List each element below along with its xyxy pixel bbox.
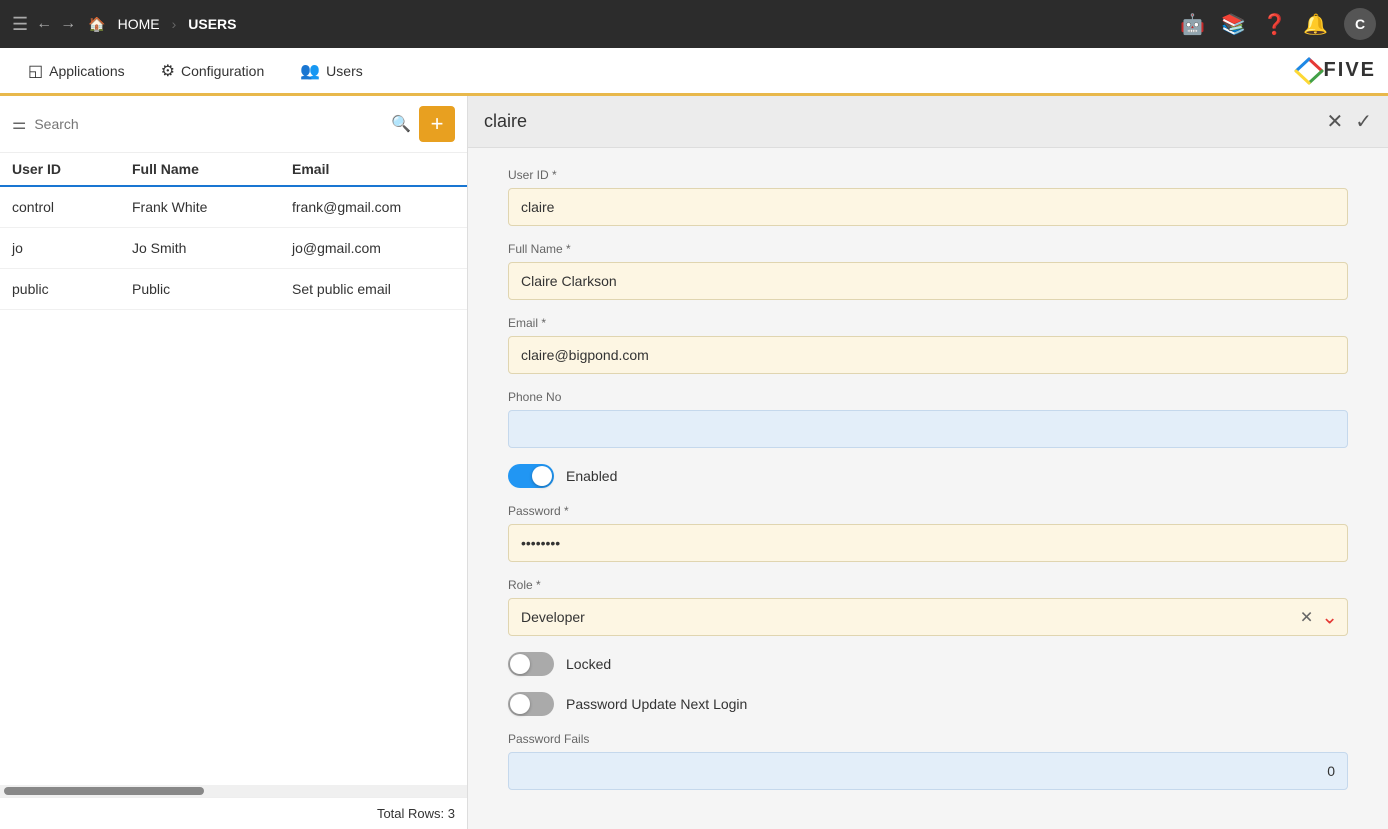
cell-userid-2: public [12,281,132,297]
hamburger-icon[interactable]: ☰ [12,14,28,35]
right-panel-header: claire ✕ ✓ [468,96,1388,148]
password-update-toggle-row: Password Update Next Login [508,692,1348,716]
table-body: control Frank White frank@gmail.com jo J… [0,187,467,785]
role-label: Role * [508,578,1348,592]
user-avatar[interactable]: C [1344,8,1376,40]
password-update-label: Password Update Next Login [566,696,747,712]
table-row[interactable]: jo Jo Smith jo@gmail.com [0,228,467,269]
phone-field: Phone No [508,390,1348,448]
five-text: FIVE [1324,59,1376,82]
role-field-wrapper: ✕ ⌄ [508,598,1348,636]
password-label: Password * [508,504,1348,518]
top-bar: ☰ ← → 🏠 HOME › USERS 🤖 📚 ❓ 🔔 C [0,0,1388,48]
role-actions: ✕ ⌄ [1298,603,1340,632]
right-panel: claire ✕ ✓ User ID * Full Name * Email * [468,96,1388,829]
password-fails-input[interactable] [508,752,1348,790]
email-label: Email * [508,316,1348,330]
role-dropdown-button[interactable]: ⌄ [1319,603,1340,632]
enabled-toggle-row: Enabled [508,464,1348,488]
table-header: User ID Full Name Email [0,153,467,187]
col-header-email: Email [292,161,455,177]
scrollbar-thumb[interactable] [4,787,204,795]
page-title: claire [484,111,1326,132]
sidebar-item-configuration[interactable]: ⚙ Configuration [145,53,281,89]
search-bar: ⚌ 🔍 + [0,96,467,153]
bell-icon[interactable]: 🔔 [1303,12,1328,37]
form-content: User ID * Full Name * Email * Phone No [468,148,1388,829]
col-header-userid: User ID [12,161,132,177]
home-label[interactable]: HOME [118,16,160,32]
enabled-toggle[interactable] [508,464,554,488]
user-id-field: User ID * [508,168,1348,226]
password-input[interactable] [508,524,1348,562]
phone-label: Phone No [508,390,1348,404]
close-button[interactable]: ✕ [1326,109,1343,134]
locked-toggle-row: Locked [508,652,1348,676]
cell-fullname-2: Public [132,281,292,297]
full-name-input[interactable] [508,262,1348,300]
password-update-toggle[interactable] [508,692,554,716]
main-layout: ⚌ 🔍 + User ID Full Name Email control Fr… [0,96,1388,829]
full-name-label: Full Name * [508,242,1348,256]
password-field: Password * [508,504,1348,562]
email-field: Email * [508,316,1348,374]
filter-icon: ⚌ [12,114,26,134]
users-label: USERS [188,16,236,32]
user-id-label: User ID * [508,168,1348,182]
header-actions: ✕ ✓ [1326,109,1372,134]
locked-label: Locked [566,656,611,672]
forward-arrow-icon[interactable]: → [60,15,76,33]
cell-email-2: Set public email [292,281,455,297]
robot-icon[interactable]: 🤖 [1180,12,1205,37]
cell-email-0: frank@gmail.com [292,199,455,215]
configuration-label: Configuration [181,63,264,79]
role-input[interactable] [508,598,1348,636]
full-name-field: Full Name * [508,242,1348,300]
books-icon[interactable]: 📚 [1221,12,1246,37]
cell-fullname-1: Jo Smith [132,240,292,256]
role-field: Role * ✕ ⌄ [508,578,1348,636]
top-bar-right: 🤖 📚 ❓ 🔔 C [1180,8,1376,40]
search-icon[interactable]: 🔍 [391,114,411,134]
user-id-input[interactable] [508,188,1348,226]
total-rows-label: Total Rows: 3 [377,806,455,821]
search-input[interactable] [34,116,383,132]
table-row[interactable]: public Public Set public email [0,269,467,310]
horizontal-scrollbar[interactable] [0,785,467,797]
table-footer: Total Rows: 3 [0,797,467,829]
applications-label: Applications [49,63,125,79]
enabled-label: Enabled [566,468,617,484]
configuration-icon: ⚙ [161,61,175,81]
users-icon: 👥 [300,61,320,81]
left-panel: ⚌ 🔍 + User ID Full Name Email control Fr… [0,96,468,829]
role-clear-button[interactable]: ✕ [1298,605,1315,629]
back-arrow-icon[interactable]: ← [36,15,52,33]
cell-email-1: jo@gmail.com [292,240,455,256]
save-button[interactable]: ✓ [1355,109,1372,134]
five-logo: FIVE [1294,57,1376,85]
help-icon[interactable]: ❓ [1262,12,1287,37]
second-bar: ◱ Applications ⚙ Configuration 👥 Users F… [0,48,1388,96]
sidebar-item-users[interactable]: 👥 Users [284,53,378,89]
phone-input[interactable] [508,410,1348,448]
users-nav-label: Users [326,63,363,79]
cell-userid-0: control [12,199,132,215]
password-fails-field: Password Fails [508,732,1348,790]
sidebar-item-applications[interactable]: ◱ Applications [12,53,141,89]
cell-userid-1: jo [12,240,132,256]
col-header-fullname: Full Name [132,161,292,177]
cell-fullname-0: Frank White [132,199,292,215]
add-button[interactable]: + [419,106,455,142]
breadcrumb-separator: › [172,16,177,32]
five-logo-icon [1294,57,1324,85]
password-fails-label: Password Fails [508,732,1348,746]
email-input[interactable] [508,336,1348,374]
applications-icon: ◱ [28,61,43,81]
locked-toggle[interactable] [508,652,554,676]
table-row[interactable]: control Frank White frank@gmail.com [0,187,467,228]
